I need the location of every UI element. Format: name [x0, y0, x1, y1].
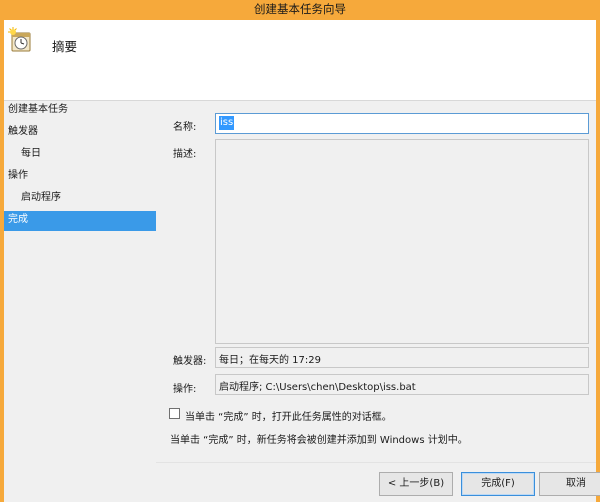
summary-panel: 名称: iss 描述: 触发器: 每日；在每天的 17:29 操作: 启动程序;…: [156, 101, 600, 502]
name-value: iss: [219, 116, 235, 130]
cancel-button[interactable]: 取消: [539, 472, 600, 496]
window-title: 创建基本任务向导: [254, 2, 346, 16]
wizard-header: 摘要: [4, 20, 596, 100]
trigger-label: 触发器:: [173, 356, 207, 367]
name-label: 名称:: [173, 122, 197, 133]
action-value: 启动程序; C:\Users\chen\Desktop\iss.bat: [215, 374, 589, 395]
window-frame-right: [596, 20, 600, 502]
name-input[interactable]: iss: [215, 113, 589, 134]
task-scheduler-clock-icon: [8, 27, 31, 52]
nav-item-action[interactable]: 操作: [4, 167, 156, 187]
nav-item-trigger[interactable]: 触发器: [4, 123, 156, 143]
finish-button[interactable]: 完成(F): [461, 472, 535, 496]
nav-item-create-basic-task[interactable]: 创建基本任务: [4, 101, 156, 121]
nav-item-start-program[interactable]: 启动程序: [4, 189, 156, 209]
button-bar-divider: [156, 462, 596, 463]
open-properties-label[interactable]: 当单击 “完成” 时，打开此任务属性的对话框。: [185, 408, 392, 423]
description-field[interactable]: [215, 139, 589, 344]
back-button[interactable]: < 上一步(B): [379, 472, 453, 496]
nav-item-daily[interactable]: 每日: [4, 145, 156, 165]
wizard-steps-nav: 创建基本任务 触发器 每日 操作 启动程序 完成: [4, 101, 156, 502]
window-titlebar[interactable]: 创建基本任务向导: [0, 0, 600, 20]
finish-info-text: 当单击 “完成” 时，新任务将会被创建并添加到 Windows 计划中。: [170, 435, 468, 446]
description-label: 描述:: [173, 149, 197, 160]
nav-item-finish[interactable]: 完成: [4, 211, 156, 231]
action-label: 操作:: [173, 384, 197, 395]
trigger-value: 每日；在每天的 17:29: [215, 347, 589, 368]
page-title: 摘要: [52, 39, 78, 54]
open-properties-checkbox[interactable]: [169, 408, 180, 419]
